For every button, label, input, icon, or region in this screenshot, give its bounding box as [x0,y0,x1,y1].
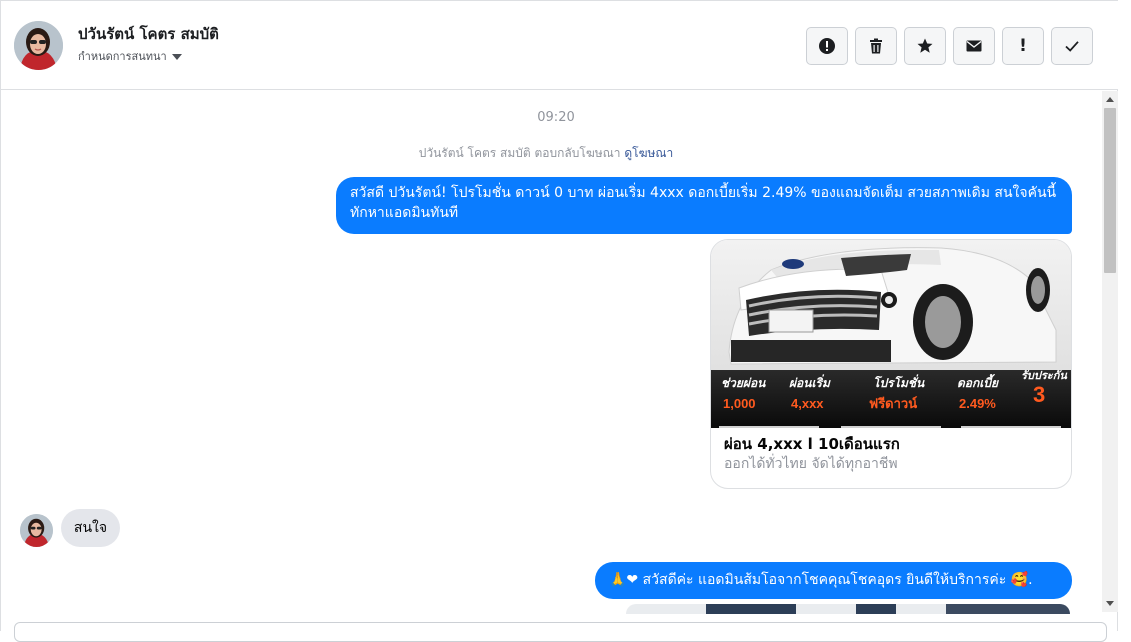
ad-reply-notice: ปวันรัตน์ โคตร สมบัติ ตอบกลับโฆษณา ดูโฆษ… [1,144,1091,163]
view-ad-link[interactable]: ดูโฆษณา [624,146,673,160]
banner-label-5: รับประกัน [1021,369,1067,382]
scroll-up-arrow-icon[interactable] [1106,97,1114,102]
next-attachment-preview [626,604,1070,614]
star-button[interactable] [904,27,946,65]
scrollbar-thumb[interactable] [1104,108,1116,273]
star-icon [917,38,933,53]
conversation-toolbar: ! [806,27,1093,65]
message-composer[interactable] [14,622,1107,642]
outgoing-message-bubble[interactable]: สวัสดี ปวันรัตน์! โปรโมชั่น ดาวน์ 0 บาท … [336,177,1072,234]
message-timestamp: 09:20 [537,110,575,125]
banner-label-4: ดอกเบี้ย [957,374,999,390]
pray-heart-emoji-icon: 🙏❤ [609,572,639,588]
contact-avatar-small[interactable] [20,514,53,547]
trash-icon [870,38,882,54]
banner-value-3: ฟรีดาวน์ [869,396,917,411]
banner-value-2: 4,xxx [791,396,824,411]
contact-name: ปวันรัตน์ โคตร สมบัติ [78,25,219,43]
assign-conversation-label: กำหนดการสนทนา [78,50,167,63]
smiling-hearts-emoji-icon: 🥰. [1010,572,1033,588]
mark-done-button[interactable] [1051,27,1093,65]
ad-reply-text: ปวันรัตน์ โคตร สมบัติ ตอบกลับโฆษณา [418,146,621,160]
incoming-message-bubble[interactable]: สนใจ [61,509,120,547]
messenger-conversation-panel: ปวันรัตน์ โคตร สมบัติ กำหนดการสนทนา ! 09… [0,0,1118,642]
ad-card-subtitle: ออกได้ทั่วไทย จัดได้ทุกอาชีพ [724,456,898,472]
banner-value-1: 1,000 [723,396,756,411]
car-ad-image: ช่วยผ่อน 1,000 ผ่อนเริ่ม 4,xxx โปรโมชั่น… [711,240,1071,428]
exclamation-icon: ! [1019,36,1027,56]
banner-value-5: 3 [1033,382,1045,407]
banner-label-2: ผ่อนเริ่ม [789,374,831,390]
mark-unread-button[interactable] [953,27,995,65]
follow-up-button[interactable]: ! [1002,27,1044,65]
banner-label-1: ช่วยผ่อน [721,376,766,390]
banner-label-3: โปรโมชั่น [873,374,925,390]
outgoing-message-text: สวัสดีค่ะ แอดมินส้มโอจากโชคคุณโชคอุดร ยิ… [642,572,1007,588]
alert-circle-icon [819,38,835,54]
check-icon [1065,41,1079,52]
avatar-photo-icon [14,21,63,70]
delete-button[interactable] [855,27,897,65]
conversation-header: ปวันรัตน์ โคตร สมบัติ กำหนดการสนทนา ! [1,1,1118,90]
scroll-down-arrow-icon[interactable] [1106,601,1114,606]
outgoing-message-bubble[interactable]: 🙏❤ สวัสดีค่ะ แอดมินส้มโอจากโชคคุณโชคอุดร… [595,562,1072,599]
envelope-icon [966,40,982,52]
banner-value-4: 2.49% [959,396,996,411]
ad-card[interactable]: ช่วยผ่อน 1,000 ผ่อนเริ่ม 4,xxx โปรโมชั่น… [710,239,1072,489]
thread-scrollbar[interactable] [1102,91,1118,612]
contact-avatar[interactable] [14,21,63,70]
assign-conversation-dropdown[interactable]: กำหนดการสนทนา [78,47,182,65]
mark-spam-button[interactable] [806,27,848,65]
avatar-photo-icon [20,514,53,547]
caret-down-icon [171,53,182,60]
